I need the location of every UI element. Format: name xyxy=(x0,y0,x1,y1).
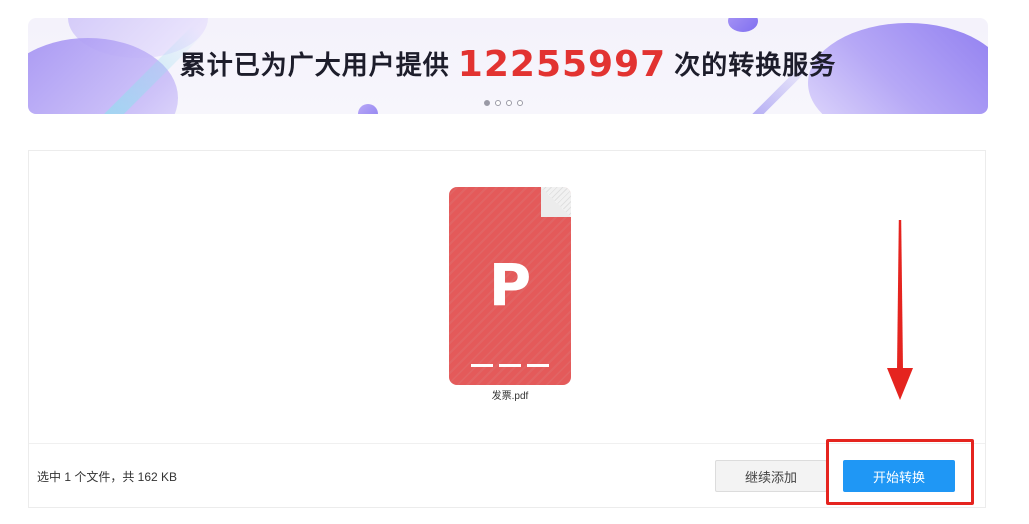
file-icon-dashes xyxy=(471,364,549,367)
carousel-dot[interactable] xyxy=(484,100,490,106)
pdf-file-icon: P xyxy=(449,187,571,385)
file-list: P 发票.pdf xyxy=(29,151,985,443)
annotation-highlight-box xyxy=(826,439,974,505)
file-item[interactable]: P 发票.pdf xyxy=(449,187,571,402)
carousel-dots xyxy=(484,100,523,106)
annotation-arrow-head xyxy=(887,368,913,400)
banner-suffix: 次的转换服务 xyxy=(674,51,837,81)
carousel-dot[interactable] xyxy=(517,100,523,106)
carousel-dot[interactable] xyxy=(495,100,501,106)
add-more-button[interactable]: 继续添加 xyxy=(715,460,827,492)
file-type-letter: P xyxy=(488,251,532,319)
conversion-count: 12255997 xyxy=(457,44,667,85)
selection-summary: 选中 1 个文件，共 162 KB xyxy=(37,470,178,484)
banner-decoration xyxy=(728,18,758,32)
file-name: 发票.pdf xyxy=(491,391,529,402)
banner-decoration xyxy=(358,104,378,114)
carousel-dot[interactable] xyxy=(506,100,512,106)
banner-headline: 累计已为广大用户提供 12255997 次的转换服务 xyxy=(28,44,988,85)
banner-prefix: 累计已为广大用户提供 xyxy=(179,51,450,81)
promo-banner[interactable]: 累计已为广大用户提供 12255997 次的转换服务 xyxy=(28,18,988,114)
